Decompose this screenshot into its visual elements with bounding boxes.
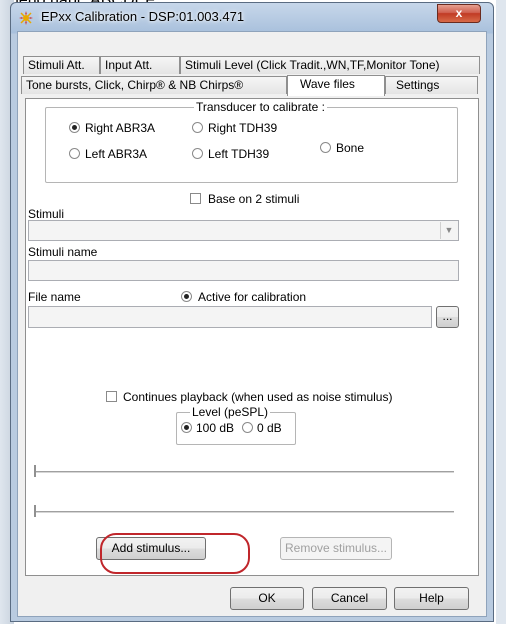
tab-tone-bursts[interactable]: Tone bursts, Click, Chirp® & NB Chirps® <box>21 76 287 94</box>
wave-files-panel: Transducer to calibrate : Right ABR3A Ri… <box>25 98 479 576</box>
tab-stimuli-level[interactable]: Stimuli Level (Click Tradit.,WN,TF,Monit… <box>180 56 480 74</box>
file-name-field[interactable] <box>28 306 432 328</box>
active-for-calibration-radio[interactable] <box>181 291 192 302</box>
bone-label: Bone <box>336 141 365 155</box>
slider-track-1[interactable] <box>34 471 454 473</box>
file-name-label: File name <box>28 290 81 304</box>
right-tdh39-radio[interactable] <box>192 122 203 133</box>
left-abr3a-label: Left ABR3A <box>85 147 148 161</box>
tab-label: Wave files <box>300 77 355 91</box>
window-title: EPxx Calibration - DSP:01.003.471 <box>41 9 245 24</box>
base-on-2-stimuli-checkbox[interactable] <box>190 193 201 204</box>
right-tdh39-label: Right TDH39 <box>208 121 278 135</box>
tab-label: Stimuli Level (Click Tradit.,WN,TF,Monit… <box>185 58 440 72</box>
level-100db-radio[interactable] <box>181 422 192 433</box>
title-bar[interactable]: EPxx Calibration - DSP:01.003.471 x <box>11 3 493 33</box>
help-label: Help <box>419 591 444 605</box>
remove-stimulus-button[interactable]: Remove stimulus... <box>280 537 392 560</box>
transducer-group <box>45 107 458 183</box>
cancel-label: Cancel <box>330 591 369 605</box>
ok-label: OK <box>258 591 276 605</box>
active-for-calibration-label: Active for calibration <box>198 290 307 304</box>
chevron-down-icon[interactable]: ▼ <box>440 222 457 239</box>
level-0db-radio[interactable] <box>242 422 253 433</box>
browse-button[interactable]: ... <box>436 306 459 328</box>
tab-settings[interactable]: Settings <box>385 76 478 94</box>
ok-button[interactable]: OK <box>230 587 304 610</box>
slider-track-2[interactable] <box>34 511 454 513</box>
close-icon: x <box>455 6 463 20</box>
stimuli-name-label: Stimuli name <box>28 245 98 259</box>
slider-thumb-2[interactable] <box>34 505 36 517</box>
left-abr3a-radio[interactable] <box>69 148 80 159</box>
level-100db-label: 100 dB <box>196 421 235 435</box>
browse-label: ... <box>442 309 453 323</box>
tab-label: Input Att. <box>105 58 153 72</box>
transducer-group-title: Transducer to calibrate : <box>194 100 327 114</box>
base-on-2-stimuli-label: Base on 2 stimuli <box>208 192 300 206</box>
dialog-client-area: Stimuli Att. Input Att. Stimuli Level (C… <box>17 31 487 617</box>
continues-playback-label: Continues playback (when used as noise s… <box>123 390 393 404</box>
continues-playback-checkbox[interactable] <box>106 391 117 402</box>
help-button[interactable]: Help <box>394 587 469 610</box>
tab-label: Tone bursts, Click, Chirp® & NB Chirps® <box>26 78 244 92</box>
cancel-button[interactable]: Cancel <box>312 587 387 610</box>
slider-thumb-1[interactable] <box>34 465 36 477</box>
level-0db-label: 0 dB <box>257 421 282 435</box>
right-abr3a-radio[interactable] <box>69 122 80 133</box>
stimuli-name-field[interactable] <box>28 260 459 281</box>
right-abr3a-label: Right ABR3A <box>85 121 156 135</box>
tab-label: Stimuli Att. <box>28 58 85 72</box>
app-icon <box>18 10 34 26</box>
level-group-title: Level (peSPL) <box>190 405 271 419</box>
close-button[interactable]: x <box>437 4 481 23</box>
tab-stimuli-att[interactable]: Stimuli Att. <box>23 56 100 74</box>
highlight-annotation <box>100 533 250 574</box>
left-tdh39-radio[interactable] <box>192 148 203 159</box>
tab-input-att[interactable]: Input Att. <box>100 56 180 74</box>
left-tdh39-label: Left TDH39 <box>208 147 270 161</box>
background-right <box>496 0 506 624</box>
calibration-dialog: EPxx Calibration - DSP:01.003.471 x Stim… <box>10 2 494 622</box>
remove-stimulus-label: Remove stimulus... <box>284 541 388 555</box>
tab-label: Settings <box>396 78 440 92</box>
stimuli-combobox[interactable]: ▼ <box>28 220 459 241</box>
stimuli-label: Stimuli <box>28 207 65 221</box>
bone-radio[interactable] <box>320 142 331 153</box>
tab-wave-files[interactable]: Wave files <box>287 75 385 96</box>
